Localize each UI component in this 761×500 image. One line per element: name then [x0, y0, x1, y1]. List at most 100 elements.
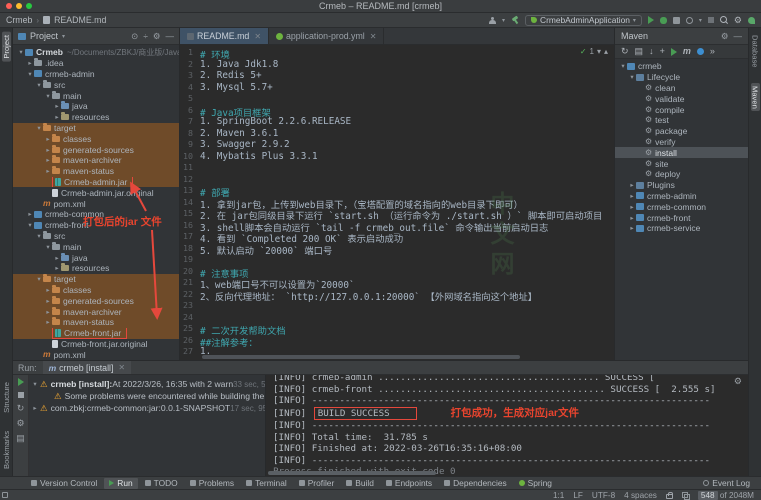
lock-icon[interactable]	[666, 494, 673, 499]
close-icon[interactable]: ✕	[254, 32, 261, 41]
chevron-icon[interactable]: ▸	[628, 214, 636, 222]
tree-row[interactable]: ▾Crmeb~/Documents/ZBKJ/商业版/Java事项	[13, 47, 179, 58]
chevron-icon[interactable]: ▸	[44, 286, 52, 294]
line-ending[interactable]: LF	[573, 491, 583, 500]
run-tab[interactable]: m crmeb [install] ✕	[43, 361, 132, 374]
tree-row[interactable]: ⚙deploy	[615, 169, 748, 180]
toolwindow-button-terminal[interactable]: Terminal	[241, 478, 292, 489]
user-icon[interactable]	[489, 17, 496, 24]
chevron-icon[interactable]: ▸	[26, 59, 34, 67]
tree-row[interactable]: ▸generated-sources	[13, 144, 179, 155]
tree-row[interactable]: ⚙verify	[615, 137, 748, 148]
tree-row[interactable]: ▸crmeb-service	[615, 223, 748, 234]
chevron-icon[interactable]: ▾	[44, 243, 52, 251]
editor-tab-readme-md[interactable]: README.md✕	[180, 28, 269, 44]
tool-stripe-project[interactable]: Project	[2, 32, 11, 62]
chevron-icon[interactable]: ▸	[44, 146, 52, 154]
tree-row[interactable]: ▸maven-status	[13, 317, 179, 328]
highlighting-level-icon[interactable]	[682, 492, 689, 499]
more-actions-icon[interactable]: »	[710, 47, 715, 56]
execute-goal-icon[interactable]: m	[683, 47, 691, 56]
tree-row[interactable]: mpom.xml	[13, 349, 179, 360]
tool-stripe-maven[interactable]: Maven	[751, 83, 760, 112]
chevron-icon[interactable]: ▸	[628, 203, 636, 211]
chevron-icon[interactable]: ▾	[35, 124, 43, 132]
tree-row[interactable]: ⚙validate	[615, 93, 748, 104]
chevron-down-icon[interactable]: ▾	[597, 47, 601, 56]
tree-row[interactable]: ▾Lifecycle	[615, 72, 748, 83]
indent-setting[interactable]: 4 spaces	[624, 491, 657, 500]
chevron-icon[interactable]: ▾	[26, 70, 34, 78]
tree-row[interactable]: ⚙clean	[615, 83, 748, 94]
tree-row[interactable]: ▸resources	[13, 112, 179, 123]
tree-row[interactable]: ▾src	[13, 231, 179, 242]
tree-row[interactable]: ▸.idea	[13, 58, 179, 69]
tool-window-switcher-icon[interactable]	[2, 492, 8, 498]
layout-icon[interactable]: ▤	[16, 434, 25, 443]
run-message-row[interactable]: ▾⚠crmeb [install]: At 2022/3/26, 16:35 w…	[29, 378, 265, 390]
toolwindow-button-problems[interactable]: Problems	[185, 478, 239, 489]
run-maven-build-icon[interactable]	[671, 48, 677, 56]
rerun-button[interactable]	[18, 378, 24, 386]
editor-horizontal-scrollbar[interactable]	[202, 355, 520, 359]
chevron-icon[interactable]: ▸	[26, 210, 34, 218]
chevron-icon[interactable]: ▸	[53, 254, 61, 262]
run-message-row[interactable]: ⚠Some problems were encountered while bu…	[29, 390, 265, 402]
tree-row[interactable]: mpom.xml	[13, 198, 179, 209]
tool-stripe-database[interactable]: Database	[751, 32, 760, 71]
tree-row[interactable]: ▸maven-status	[13, 166, 179, 177]
chevron-icon[interactable]: ▾	[628, 73, 636, 81]
tree-row[interactable]: ▸java	[13, 252, 179, 263]
tree-row[interactable]: ▸maven-archiver	[13, 306, 179, 317]
toolwindow-button-dependencies[interactable]: Dependencies	[439, 478, 512, 489]
tree-row[interactable]: Crmeb-front.jar	[13, 328, 179, 339]
toolwindow-button-vcs[interactable]: Version Control	[26, 478, 102, 489]
tree-row[interactable]: ▸Plugins	[615, 180, 748, 191]
breadcrumb-file[interactable]: README.md	[54, 15, 106, 25]
event-log-button[interactable]: Event Log	[698, 478, 755, 489]
chevron-icon[interactable]: ▸	[44, 318, 52, 326]
tree-row[interactable]: ▸classes	[13, 285, 179, 296]
tree-row[interactable]: ⚙install	[615, 147, 748, 158]
tree-row[interactable]: Crmeb-front.jar.original	[13, 339, 179, 350]
tree-row[interactable]: ▾target	[13, 274, 179, 285]
file-encoding[interactable]: UTF-8	[592, 491, 615, 500]
toolwindow-button-build[interactable]: Build	[341, 478, 379, 489]
chevron-icon[interactable]: ▸	[53, 264, 61, 272]
hide-panel-icon[interactable]: —	[166, 31, 175, 42]
chevron-icon[interactable]: ▾	[35, 81, 43, 89]
tree-row[interactable]: ▾main	[13, 241, 179, 252]
download-sources-icon[interactable]: ↓	[649, 47, 654, 56]
toolwindow-button-run[interactable]: Run	[104, 478, 137, 489]
tree-row[interactable]: ▾src	[13, 79, 179, 90]
editor-tab-application-prod-yml[interactable]: application-prod.yml✕	[269, 28, 384, 44]
tree-row[interactable]: ▾target	[13, 123, 179, 134]
chevron-icon[interactable]: ▸	[31, 404, 39, 412]
tree-row[interactable]: Crmeb-admin.jar	[13, 177, 179, 188]
locate-file-icon[interactable]: ⊙	[131, 31, 138, 42]
tool-stripe-bookmarks[interactable]: Bookmarks	[2, 428, 11, 472]
chevron-icon[interactable]: ▾	[35, 275, 43, 283]
chevron-icon[interactable]: ▸	[44, 135, 52, 143]
toolwindow-button-profiler[interactable]: Profiler	[294, 478, 340, 489]
reimport-icon[interactable]: ↻	[621, 47, 629, 56]
chevron-up-icon[interactable]: ▴	[604, 47, 608, 56]
tree-row[interactable]: ▾main	[13, 90, 179, 101]
collapse-all-icon[interactable]: ÷	[143, 31, 148, 42]
build-hammer-icon[interactable]	[511, 16, 519, 24]
tree-row[interactable]: ⚙compile	[615, 104, 748, 115]
chevron-icon[interactable]: ▸	[628, 192, 636, 200]
chevron-icon[interactable]: ▸	[628, 224, 636, 232]
inspection-widget[interactable]: ✓ 1 ▾ ▴	[580, 47, 608, 56]
hide-panel-icon[interactable]: —	[734, 31, 743, 42]
tree-row[interactable]: ⚙package	[615, 126, 748, 137]
toolwindow-button-spring[interactable]: Spring	[514, 478, 557, 489]
tree-row[interactable]: ▸crmeb-admin	[615, 191, 748, 202]
run-console[interactable]: [INFO] crmeb-admin .....................…	[266, 375, 748, 476]
tree-row[interactable]: ▸maven-archiver	[13, 155, 179, 166]
run-button[interactable]	[648, 16, 654, 24]
tree-row[interactable]: ▸crmeb-front	[615, 212, 748, 223]
memory-indicator[interactable]: 548 of 2048M	[698, 491, 754, 500]
tree-row[interactable]: ⚙test	[615, 115, 748, 126]
profiler-button[interactable]	[686, 17, 693, 24]
